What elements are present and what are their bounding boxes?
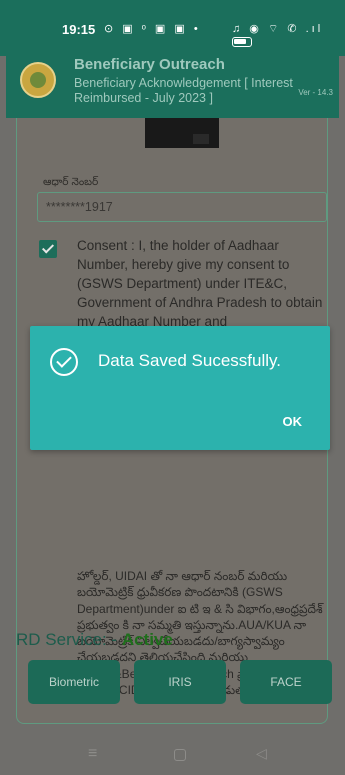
version-label: Ver - 14.3 bbox=[298, 88, 333, 97]
consent-text-english: Consent : I, the holder of Aadhaar Numbe… bbox=[77, 238, 323, 329]
battery-icon bbox=[232, 37, 252, 47]
rd-service-label: RD Service: - bbox=[16, 630, 118, 649]
app-subtitle: Beneficiary Acknowledgement [ Interest R… bbox=[74, 76, 293, 105]
back-icon[interactable]: ◁ bbox=[256, 745, 267, 762]
status-bar: 19:15 ⊙ ▣ ᵒ ▣ ▣ • ♫ ◉ ⌔ ✆ .ıl bbox=[0, 0, 345, 56]
aadhaar-label: ఆధార్ నెంబర్ bbox=[43, 176, 99, 188]
government-logo-icon bbox=[20, 62, 56, 98]
beneficiary-photo bbox=[145, 118, 219, 148]
system-icons: ♫ ◉ ⌔ ✆ .ıl bbox=[232, 22, 345, 49]
face-button[interactable]: FACE bbox=[240, 660, 332, 704]
status-time: 19:15 bbox=[62, 22, 96, 37]
success-dialog: Data Saved Sucessfully. OK bbox=[30, 326, 330, 450]
app-header: Beneficiary Outreach Beneficiary Acknowl… bbox=[6, 50, 339, 118]
ok-button[interactable]: OK bbox=[283, 414, 303, 429]
dialog-message: Data Saved Sucessfully. bbox=[98, 351, 281, 370]
iris-button[interactable]: IRIS bbox=[134, 660, 226, 704]
aadhaar-field[interactable]: ********1917 bbox=[37, 192, 327, 222]
rd-service-status: Active bbox=[121, 630, 173, 649]
system-nav-bar: ≡ ◁ bbox=[0, 735, 345, 775]
app-title: Beneficiary Outreach bbox=[74, 56, 225, 73]
recents-icon[interactable]: ≡ bbox=[88, 745, 97, 763]
notification-icons: ⊙ ▣ ᵒ ▣ ▣ • bbox=[104, 23, 201, 35]
rd-service-row: RD Service: - Active bbox=[16, 630, 173, 650]
consent-checkbox[interactable] bbox=[39, 240, 57, 258]
signal-icons: ♫ ◉ ⌔ ✆ .ıl bbox=[232, 23, 324, 35]
biometric-button[interactable]: Biometric bbox=[28, 660, 120, 704]
home-icon[interactable] bbox=[174, 749, 186, 761]
check-circle-icon bbox=[50, 348, 78, 376]
